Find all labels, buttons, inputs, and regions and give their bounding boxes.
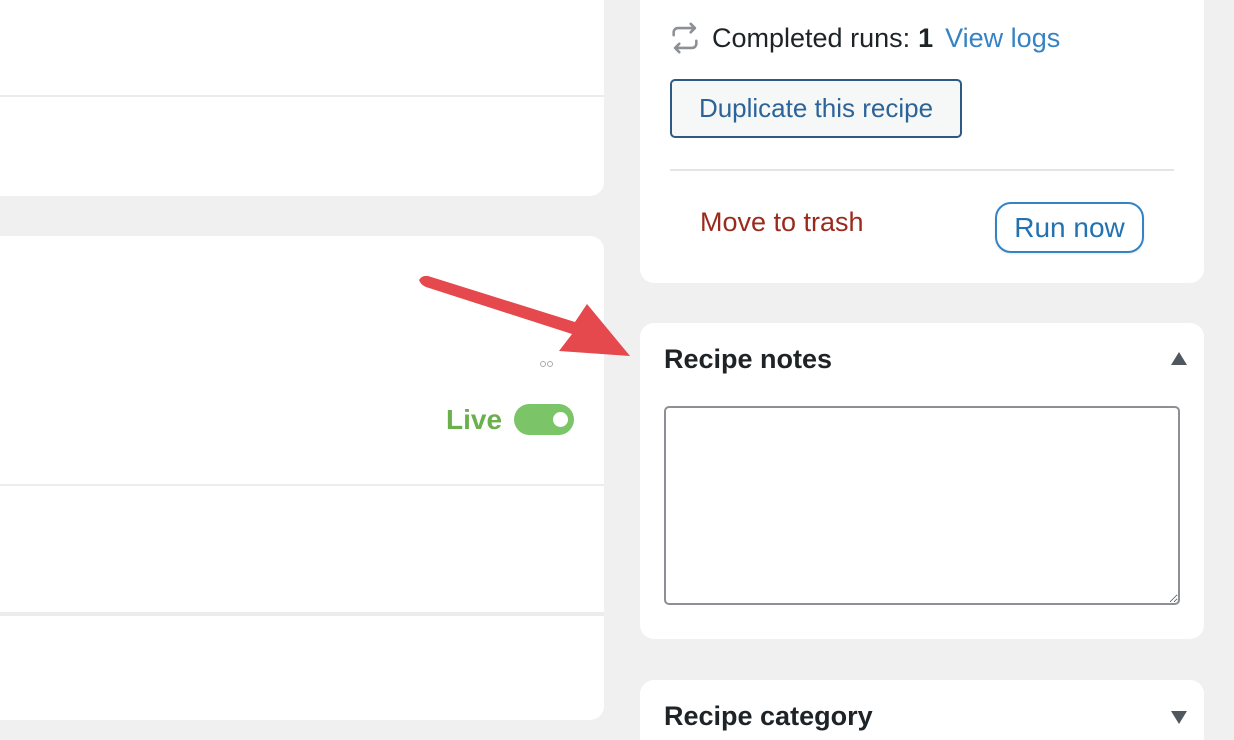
loop-icon [672, 22, 698, 54]
completed-runs-count: 1 [918, 22, 934, 53]
completed-runs-row: Completed runs: 1 View logs [668, 18, 1060, 58]
publish-card: Completed runs: 1 View logs Duplicate th… [640, 0, 1204, 283]
move-to-trash-link[interactable]: Move to trash [700, 202, 864, 242]
more-options-icon[interactable] [540, 354, 560, 367]
toggle-knob [553, 412, 568, 427]
card-divider [0, 95, 604, 97]
live-status-label: Live [446, 404, 503, 435]
publish-divider [670, 169, 1174, 171]
card-divider [0, 612, 604, 616]
action-card: Live [0, 236, 604, 720]
expand-triangle-down-icon[interactable] [1171, 711, 1187, 724]
recipe-notes-card: Recipe notes [640, 323, 1204, 639]
collapse-triangle-up-icon[interactable] [1171, 352, 1187, 365]
card-divider [0, 484, 604, 486]
recipe-category-title: Recipe category [664, 701, 873, 731]
completed-runs-label: Completed runs: [712, 22, 911, 53]
trigger-card [0, 0, 604, 196]
run-now-button[interactable]: Run now [995, 202, 1144, 253]
live-toggle[interactable] [514, 404, 574, 435]
view-logs-link[interactable]: View logs [945, 23, 1060, 54]
recipe-notes-textarea[interactable] [664, 406, 1180, 605]
duplicate-recipe-button[interactable]: Duplicate this recipe [670, 79, 962, 138]
recipe-category-card: Recipe category [640, 680, 1204, 740]
recipe-notes-title: Recipe notes [664, 344, 833, 374]
